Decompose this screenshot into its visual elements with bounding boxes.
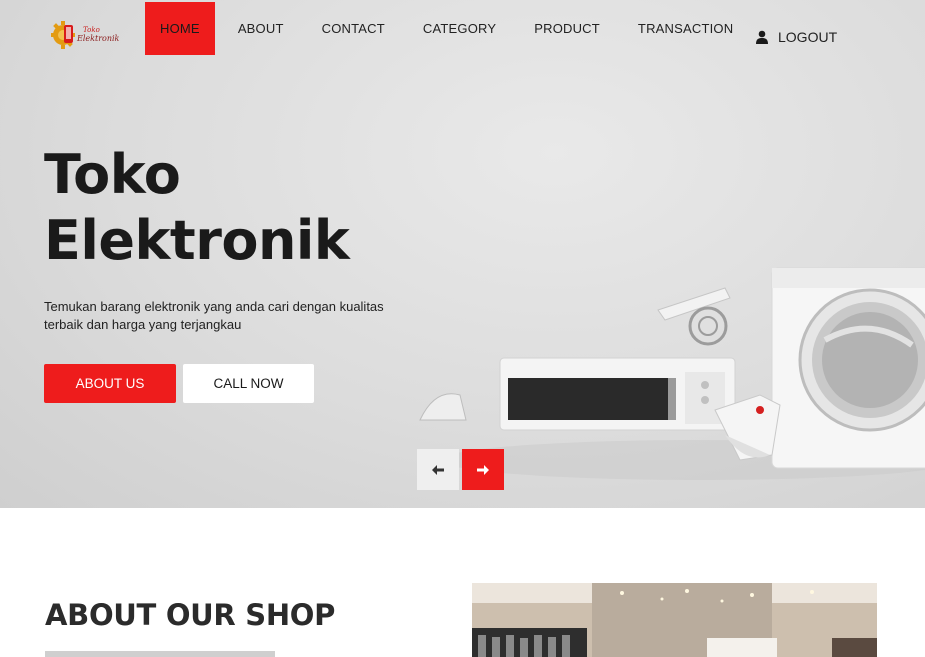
arrow-left-icon — [432, 464, 444, 475]
nav-product[interactable]: PRODUCT — [519, 2, 615, 55]
logout-link[interactable]: LOGOUT — [756, 29, 837, 45]
about-section-title: ABOUT OUR SHOP — [45, 598, 336, 632]
call-now-button[interactable]: CALL NOW — [183, 364, 314, 403]
user-icon — [756, 30, 768, 44]
about-text-fragment — [45, 651, 275, 657]
shop-image — [472, 583, 877, 657]
carousel-prev-button[interactable] — [417, 449, 459, 490]
carousel-next-button[interactable] — [462, 449, 504, 490]
nav-transaction[interactable]: TRANSACTION — [623, 2, 748, 55]
logout-label: LOGOUT — [778, 29, 838, 45]
arrow-right-icon — [477, 464, 489, 475]
hero-section: Toko Elektronik HOME ABOUT CONTACT CATEG… — [0, 0, 925, 508]
svg-text:Elektronik: Elektronik — [76, 34, 120, 43]
logo[interactable]: Toko Elektronik — [50, 18, 120, 52]
nav-contact[interactable]: CONTACT — [307, 2, 400, 55]
nav-home[interactable]: HOME — [145, 2, 215, 55]
nav-category[interactable]: CATEGORY — [408, 2, 511, 55]
hero-title: Toko Elektronik — [44, 142, 464, 274]
about-us-button[interactable]: ABOUT US — [44, 364, 176, 403]
nav-about[interactable]: ABOUT — [223, 2, 299, 55]
hero-description: Temukan barang elektronik yang anda cari… — [44, 299, 384, 332]
svg-text:Toko: Toko — [83, 26, 100, 34]
main-nav: HOME ABOUT CONTACT CATEGORY PRODUCT TRAN… — [145, 2, 756, 55]
hero-title-line1: Toko — [44, 143, 181, 206]
